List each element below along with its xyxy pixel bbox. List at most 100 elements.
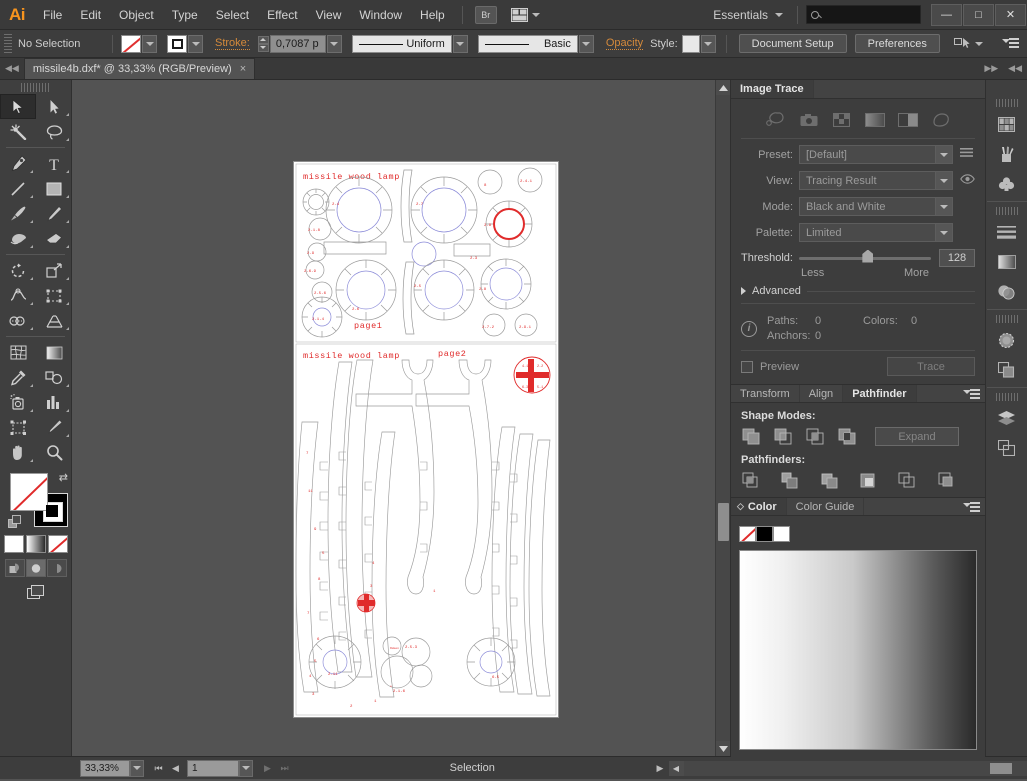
- merge-icon[interactable]: [819, 471, 840, 489]
- chevron-down-icon[interactable]: [935, 172, 952, 189]
- stroke-icon[interactable]: [992, 217, 1022, 247]
- appearance-icon[interactable]: [992, 325, 1022, 355]
- control-bar-gripper[interactable]: [4, 33, 12, 54]
- canvas-horizontal-scrollbar[interactable]: ◀: [668, 760, 1027, 776]
- color-button[interactable]: [3, 535, 24, 553]
- unite-icon[interactable]: [741, 428, 762, 446]
- artboards-icon[interactable]: [992, 433, 1022, 463]
- maximize-button[interactable]: □: [963, 3, 994, 26]
- preview-checkbox[interactable]: [741, 360, 753, 373]
- stroke-weight-input[interactable]: 0,7087 p: [269, 34, 326, 53]
- rail-gripper-4[interactable]: [995, 393, 1018, 401]
- gradient-icon[interactable]: [992, 247, 1022, 277]
- width-tool[interactable]: [0, 283, 36, 308]
- divide-icon[interactable]: [741, 471, 762, 489]
- menu-type[interactable]: Type: [163, 0, 207, 30]
- style-dropdown[interactable]: [700, 34, 716, 53]
- gradient-tool[interactable]: [36, 340, 72, 365]
- high-color-icon[interactable]: [798, 111, 820, 128]
- stroke-weight-stepper[interactable]: [257, 35, 269, 52]
- toolbox-gripper[interactable]: [20, 83, 51, 92]
- tab-pathfinder[interactable]: Pathfinder: [843, 385, 917, 402]
- profile-dropdown[interactable]: [452, 34, 468, 53]
- workspace-switcher[interactable]: Essentials: [707, 8, 789, 22]
- stepper-up[interactable]: [257, 35, 269, 44]
- fill-swatch-dropdown[interactable]: [142, 34, 157, 53]
- menu-help[interactable]: Help: [411, 0, 454, 30]
- stroke-swatch-dropdown[interactable]: [188, 34, 203, 53]
- stepper-down[interactable]: [257, 43, 269, 52]
- document-tab[interactable]: missile4b.dxf* @ 33,33% (RGB/Preview) ×: [23, 58, 256, 79]
- rectangle-tool[interactable]: [36, 176, 72, 201]
- chevron-down-icon[interactable]: [935, 224, 952, 241]
- transparency-icon[interactable]: [992, 277, 1022, 307]
- tab-transform[interactable]: Transform: [731, 385, 800, 402]
- scroll-down-button[interactable]: [716, 741, 730, 756]
- close-button[interactable]: ✕: [995, 3, 1026, 26]
- tab-color-guide[interactable]: Color Guide: [787, 498, 865, 515]
- rail-gripper-1[interactable]: [995, 99, 1018, 107]
- slice-tool[interactable]: [36, 415, 72, 440]
- artboard-number-dropdown[interactable]: [239, 759, 253, 777]
- menu-edit[interactable]: Edit: [71, 0, 110, 30]
- scroll-left-button[interactable]: ◀: [668, 760, 684, 776]
- outline-pf-icon[interactable]: [897, 471, 918, 489]
- swatch-white[interactable]: [773, 526, 790, 542]
- line-segment-tool[interactable]: [0, 176, 36, 201]
- layers-icon[interactable]: [992, 403, 1022, 433]
- intersect-icon[interactable]: [805, 428, 826, 446]
- close-icon[interactable]: ×: [240, 63, 246, 75]
- draw-behind-button[interactable]: [25, 559, 46, 577]
- mesh-tool[interactable]: [0, 340, 36, 365]
- chevron-down-icon[interactable]: [935, 198, 952, 215]
- color-panel-menu[interactable]: [963, 502, 980, 513]
- preset-menu-button[interactable]: [960, 147, 975, 162]
- swatches-icon[interactable]: [992, 109, 1022, 139]
- brush-definition[interactable]: Basic: [477, 34, 578, 53]
- collapse-panels-right[interactable]: ▶▶: [979, 57, 1003, 79]
- first-artboard-button[interactable]: ⏮: [150, 760, 167, 777]
- variable-width-profile[interactable]: Uniform: [351, 34, 452, 53]
- scroll-thumb[interactable]: [718, 503, 729, 541]
- menu-object[interactable]: Object: [110, 0, 163, 30]
- shape-builder-tool[interactable]: [0, 308, 36, 333]
- pencil-tool[interactable]: [36, 201, 72, 226]
- magic-wand-tool[interactable]: [0, 119, 36, 144]
- zoom-tool[interactable]: [36, 440, 72, 465]
- swatch-black[interactable]: [756, 526, 773, 542]
- fill-color-swatch[interactable]: [121, 34, 141, 53]
- expand-button[interactable]: Expand: [875, 427, 959, 446]
- default-fill-stroke-icon[interactable]: [8, 515, 22, 532]
- status-text[interactable]: Selection: [293, 762, 652, 774]
- hand-tool[interactable]: [0, 440, 36, 465]
- black-and-white-icon[interactable]: [897, 111, 919, 128]
- scroll-up-button[interactable]: [716, 80, 730, 95]
- menu-select[interactable]: Select: [207, 0, 258, 30]
- control-bar-panel-menu[interactable]: [1002, 38, 1019, 49]
- selection-tool[interactable]: [0, 94, 36, 119]
- chevron-down-icon[interactable]: [935, 146, 952, 163]
- rail-gripper-2[interactable]: [995, 207, 1018, 215]
- column-graph-tool[interactable]: [36, 390, 72, 415]
- menu-effect[interactable]: Effect: [258, 0, 306, 30]
- perspective-grid-tool[interactable]: [36, 308, 72, 333]
- type-tool[interactable]: T: [36, 151, 72, 176]
- graphic-styles-icon[interactable]: [992, 355, 1022, 385]
- draw-normal-button[interactable]: [4, 559, 25, 577]
- view-select[interactable]: Tracing Result: [799, 171, 953, 190]
- crop-icon[interactable]: [858, 471, 879, 489]
- brushes-icon[interactable]: [992, 139, 1022, 169]
- draw-inside-button[interactable]: [46, 559, 67, 577]
- blend-tool[interactable]: [36, 365, 72, 390]
- previous-artboard-button[interactable]: ◀: [167, 760, 184, 777]
- tab-image-trace[interactable]: Image Trace: [731, 80, 814, 98]
- threshold-slider-knob[interactable]: [862, 249, 874, 263]
- collapse-panels-left[interactable]: ◀◀: [0, 57, 24, 79]
- select-similar-button[interactable]: [953, 37, 983, 50]
- tab-align[interactable]: Align: [800, 385, 844, 402]
- bridge-button[interactable]: Br: [474, 5, 497, 24]
- rail-collapse[interactable]: [1002, 82, 1012, 96]
- collapse-rail[interactable]: ◀◀: [1003, 57, 1027, 79]
- tab-color[interactable]: ◇ Color: [731, 498, 787, 515]
- preset-select[interactable]: [Default]: [799, 145, 953, 164]
